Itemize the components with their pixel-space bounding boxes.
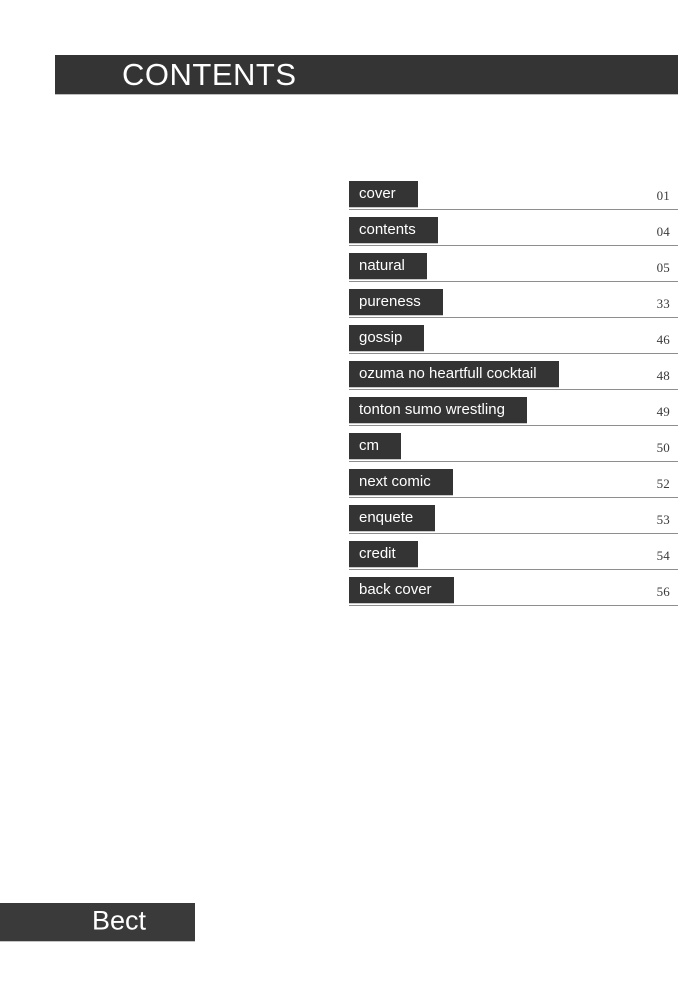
toc-entry-page-number: 33 [656, 296, 670, 311]
toc-row[interactable]: next comic 52 [349, 469, 678, 505]
toc-row-rule [349, 605, 678, 606]
footer-brand-label: Bect [92, 905, 147, 936]
toc-row[interactable]: back cover 56 [349, 577, 678, 613]
table-of-contents: cover 01 contents 04 natural 05 pureness 33 goss… [349, 181, 678, 613]
toc-row[interactable]: pureness 33 [349, 289, 678, 325]
toc-row-rule [349, 569, 678, 570]
toc-entry-page-number: 52 [656, 476, 670, 491]
toc-entry-label[interactable]: pureness [349, 289, 443, 315]
toc-entry-page-number: 04 [656, 224, 670, 239]
toc-row-rule [349, 461, 678, 462]
toc-row[interactable]: enquete 53 [349, 505, 678, 541]
toc-entry-page-number: 49 [656, 404, 670, 419]
toc-entry-label[interactable]: contents [349, 217, 438, 243]
contents-header-bar: CONTENTS [55, 55, 678, 94]
toc-entry-page-number: 01 [656, 188, 670, 203]
toc-entry-page-number: 50 [656, 440, 670, 455]
toc-entry-page-number: 05 [656, 260, 670, 275]
toc-row[interactable]: ozuma no heartfull cocktail 48 [349, 361, 678, 397]
toc-row[interactable]: cm 50 [349, 433, 678, 469]
toc-entry-label[interactable]: tonton sumo wrestling [349, 397, 527, 423]
toc-row-rule [349, 245, 678, 246]
toc-entry-label[interactable]: next comic [349, 469, 453, 495]
toc-entry-label[interactable]: cover [349, 181, 418, 207]
toc-entry-label[interactable]: enquete [349, 505, 436, 531]
toc-row[interactable]: contents 04 [349, 217, 678, 253]
toc-row-rule [349, 209, 678, 210]
toc-row[interactable]: credit 54 [349, 541, 678, 577]
toc-entry-label[interactable]: cm [349, 433, 401, 459]
toc-row[interactable]: cover 01 [349, 181, 678, 217]
page-title: CONTENTS [122, 56, 297, 92]
toc-entry-label[interactable]: gossip [349, 325, 425, 351]
toc-row-rule [349, 425, 678, 426]
footer-brand-bar: Bect [0, 903, 195, 941]
toc-entry-label[interactable]: credit [349, 541, 418, 567]
toc-entry-label[interactable]: ozuma no heartfull cocktail [349, 361, 559, 387]
toc-entry-page-number: 46 [656, 332, 670, 347]
toc-row[interactable]: tonton sumo wrestling 49 [349, 397, 678, 433]
toc-row-rule [349, 317, 678, 318]
toc-row-rule [349, 497, 678, 498]
toc-row-rule [349, 281, 678, 282]
toc-row-rule [349, 353, 678, 354]
toc-row-rule [349, 389, 678, 390]
toc-entry-label[interactable]: back cover [349, 577, 454, 603]
toc-row[interactable]: natural 05 [349, 253, 678, 289]
toc-entry-page-number: 54 [656, 548, 670, 563]
toc-entry-page-number: 48 [656, 368, 670, 383]
toc-row-rule [349, 533, 678, 534]
toc-row[interactable]: gossip 46 [349, 325, 678, 361]
toc-entry-label[interactable]: natural [349, 253, 427, 279]
toc-entry-page-number: 53 [656, 512, 670, 527]
toc-entry-page-number: 56 [656, 584, 670, 599]
